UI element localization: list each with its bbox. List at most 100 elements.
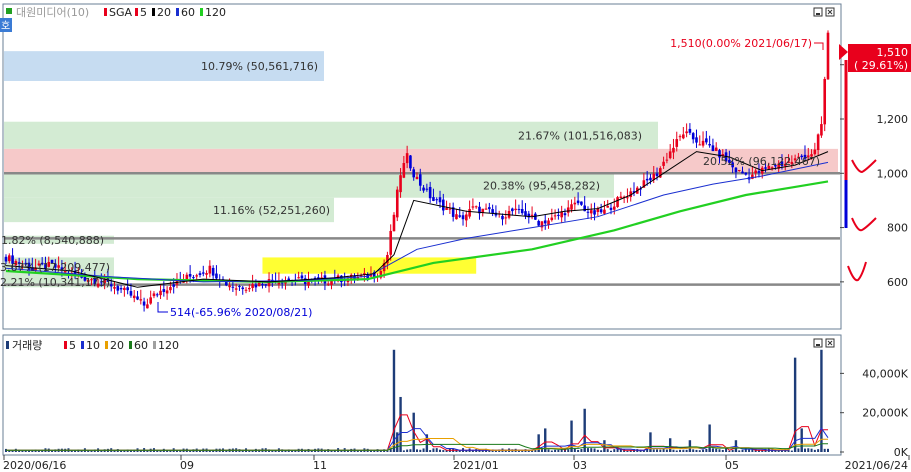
candle-body xyxy=(129,291,133,296)
check-mark-icon xyxy=(851,159,877,174)
current-change: ( 29.61%) xyxy=(854,59,908,72)
candle-body xyxy=(126,287,129,291)
candle-body xyxy=(524,211,527,217)
volume-bar xyxy=(711,448,714,452)
price-panel-close-icon[interactable] xyxy=(825,7,835,17)
x-tick-label: 03 xyxy=(573,459,587,472)
volume-bar xyxy=(708,424,711,452)
candle-body xyxy=(422,187,425,191)
candle-body xyxy=(547,220,550,225)
candle-body xyxy=(149,297,152,304)
candle-body xyxy=(501,215,504,220)
candle-body xyxy=(698,144,702,146)
volume-bar xyxy=(685,449,688,452)
candle-body xyxy=(711,145,715,152)
volume-bar xyxy=(652,449,655,452)
candle-body xyxy=(606,205,610,208)
candle-body xyxy=(455,214,458,220)
volume-bar xyxy=(665,449,668,452)
volume-bar xyxy=(810,448,813,452)
volume-bar xyxy=(356,450,359,452)
candle-body xyxy=(517,208,521,210)
volume-bar xyxy=(284,450,287,452)
volume-bar xyxy=(807,448,810,452)
volume-bar xyxy=(731,450,734,452)
volume-bar xyxy=(494,450,497,452)
price-panel-minimize-icon[interactable] xyxy=(813,7,823,17)
price-legend[interactable]: 대원미디어(10) SGA 5 20 60 120 xyxy=(6,6,226,19)
volume-bar xyxy=(672,449,675,452)
candle-body xyxy=(300,275,304,279)
check-mark-icon xyxy=(847,261,867,282)
legend-swatch xyxy=(105,341,108,349)
candle-body xyxy=(211,267,215,276)
volume-panel-close-icon[interactable] xyxy=(825,338,835,348)
volume-bar xyxy=(583,408,586,452)
candle-body xyxy=(231,286,235,288)
candle-body xyxy=(415,176,419,180)
candle-body xyxy=(448,208,452,210)
volume-bar xyxy=(721,449,724,452)
candle-body xyxy=(326,283,330,285)
volume-bar xyxy=(435,448,438,452)
candle-body xyxy=(119,288,123,290)
volume-profile-label: 20.38% (95,458,282) xyxy=(483,180,600,193)
candle-body xyxy=(287,278,291,281)
candle-body xyxy=(566,207,570,213)
volume-bar xyxy=(813,449,816,452)
candle-body xyxy=(428,186,432,199)
volume-profile-label: 3.67% (17,209,477) xyxy=(0,261,110,274)
candle-body xyxy=(432,197,435,201)
candle-body xyxy=(596,208,600,212)
candle-body xyxy=(188,274,192,277)
volume-bar xyxy=(386,450,389,452)
volume-bar xyxy=(590,448,593,452)
candle-body xyxy=(619,196,623,199)
candle-body xyxy=(165,290,169,294)
candle-body xyxy=(488,207,491,210)
max-price-annotation: 1,510(0.00% 2021/06/17) xyxy=(670,37,812,50)
volume-bar xyxy=(465,450,468,452)
candle-body xyxy=(465,214,468,221)
legend-label: 60 xyxy=(181,6,195,19)
volume-bar xyxy=(705,448,708,452)
candle-body xyxy=(589,210,593,214)
volume-bar xyxy=(741,449,744,452)
candle-body xyxy=(705,138,708,143)
current-price-tag: 1,510 ( 29.61%) xyxy=(848,44,911,72)
candle-body xyxy=(570,204,573,210)
volume-bar xyxy=(593,448,596,452)
candle-body xyxy=(461,215,465,220)
candle-body xyxy=(395,189,399,218)
volume-bar xyxy=(718,449,721,452)
x-tick-label: 11 xyxy=(313,459,327,472)
highlight-region xyxy=(262,257,477,274)
y-tick-label: 800 xyxy=(887,222,908,235)
candle-body xyxy=(198,273,202,276)
candle-body xyxy=(813,149,817,155)
volume-bar xyxy=(695,449,698,452)
volume-bar xyxy=(87,450,90,452)
candle-body xyxy=(399,175,402,193)
side-toggle-button[interactable]: 호 xyxy=(0,18,12,32)
volume-bar xyxy=(567,449,570,452)
volume-panel-minimize-icon[interactable] xyxy=(813,338,823,348)
candle-body xyxy=(672,147,675,153)
candle-body xyxy=(662,161,665,166)
candle-body xyxy=(484,208,488,210)
volume-profile-label: 11.16% (52,251,260) xyxy=(213,204,330,217)
volume-bar xyxy=(675,450,678,452)
candle-body xyxy=(435,199,439,201)
x-tick-label: 2021/06/24 xyxy=(845,459,908,472)
candle-body xyxy=(109,284,113,287)
volume-bar xyxy=(419,449,422,452)
candle-body xyxy=(557,214,560,216)
candle-body xyxy=(445,208,448,210)
volume-bar xyxy=(399,396,402,452)
candle-body xyxy=(616,197,619,207)
candle-body xyxy=(685,131,688,134)
volume-bar xyxy=(688,440,692,452)
legend-label: SGA xyxy=(109,6,133,19)
volume-bar xyxy=(817,449,820,452)
candle-body xyxy=(576,200,580,204)
